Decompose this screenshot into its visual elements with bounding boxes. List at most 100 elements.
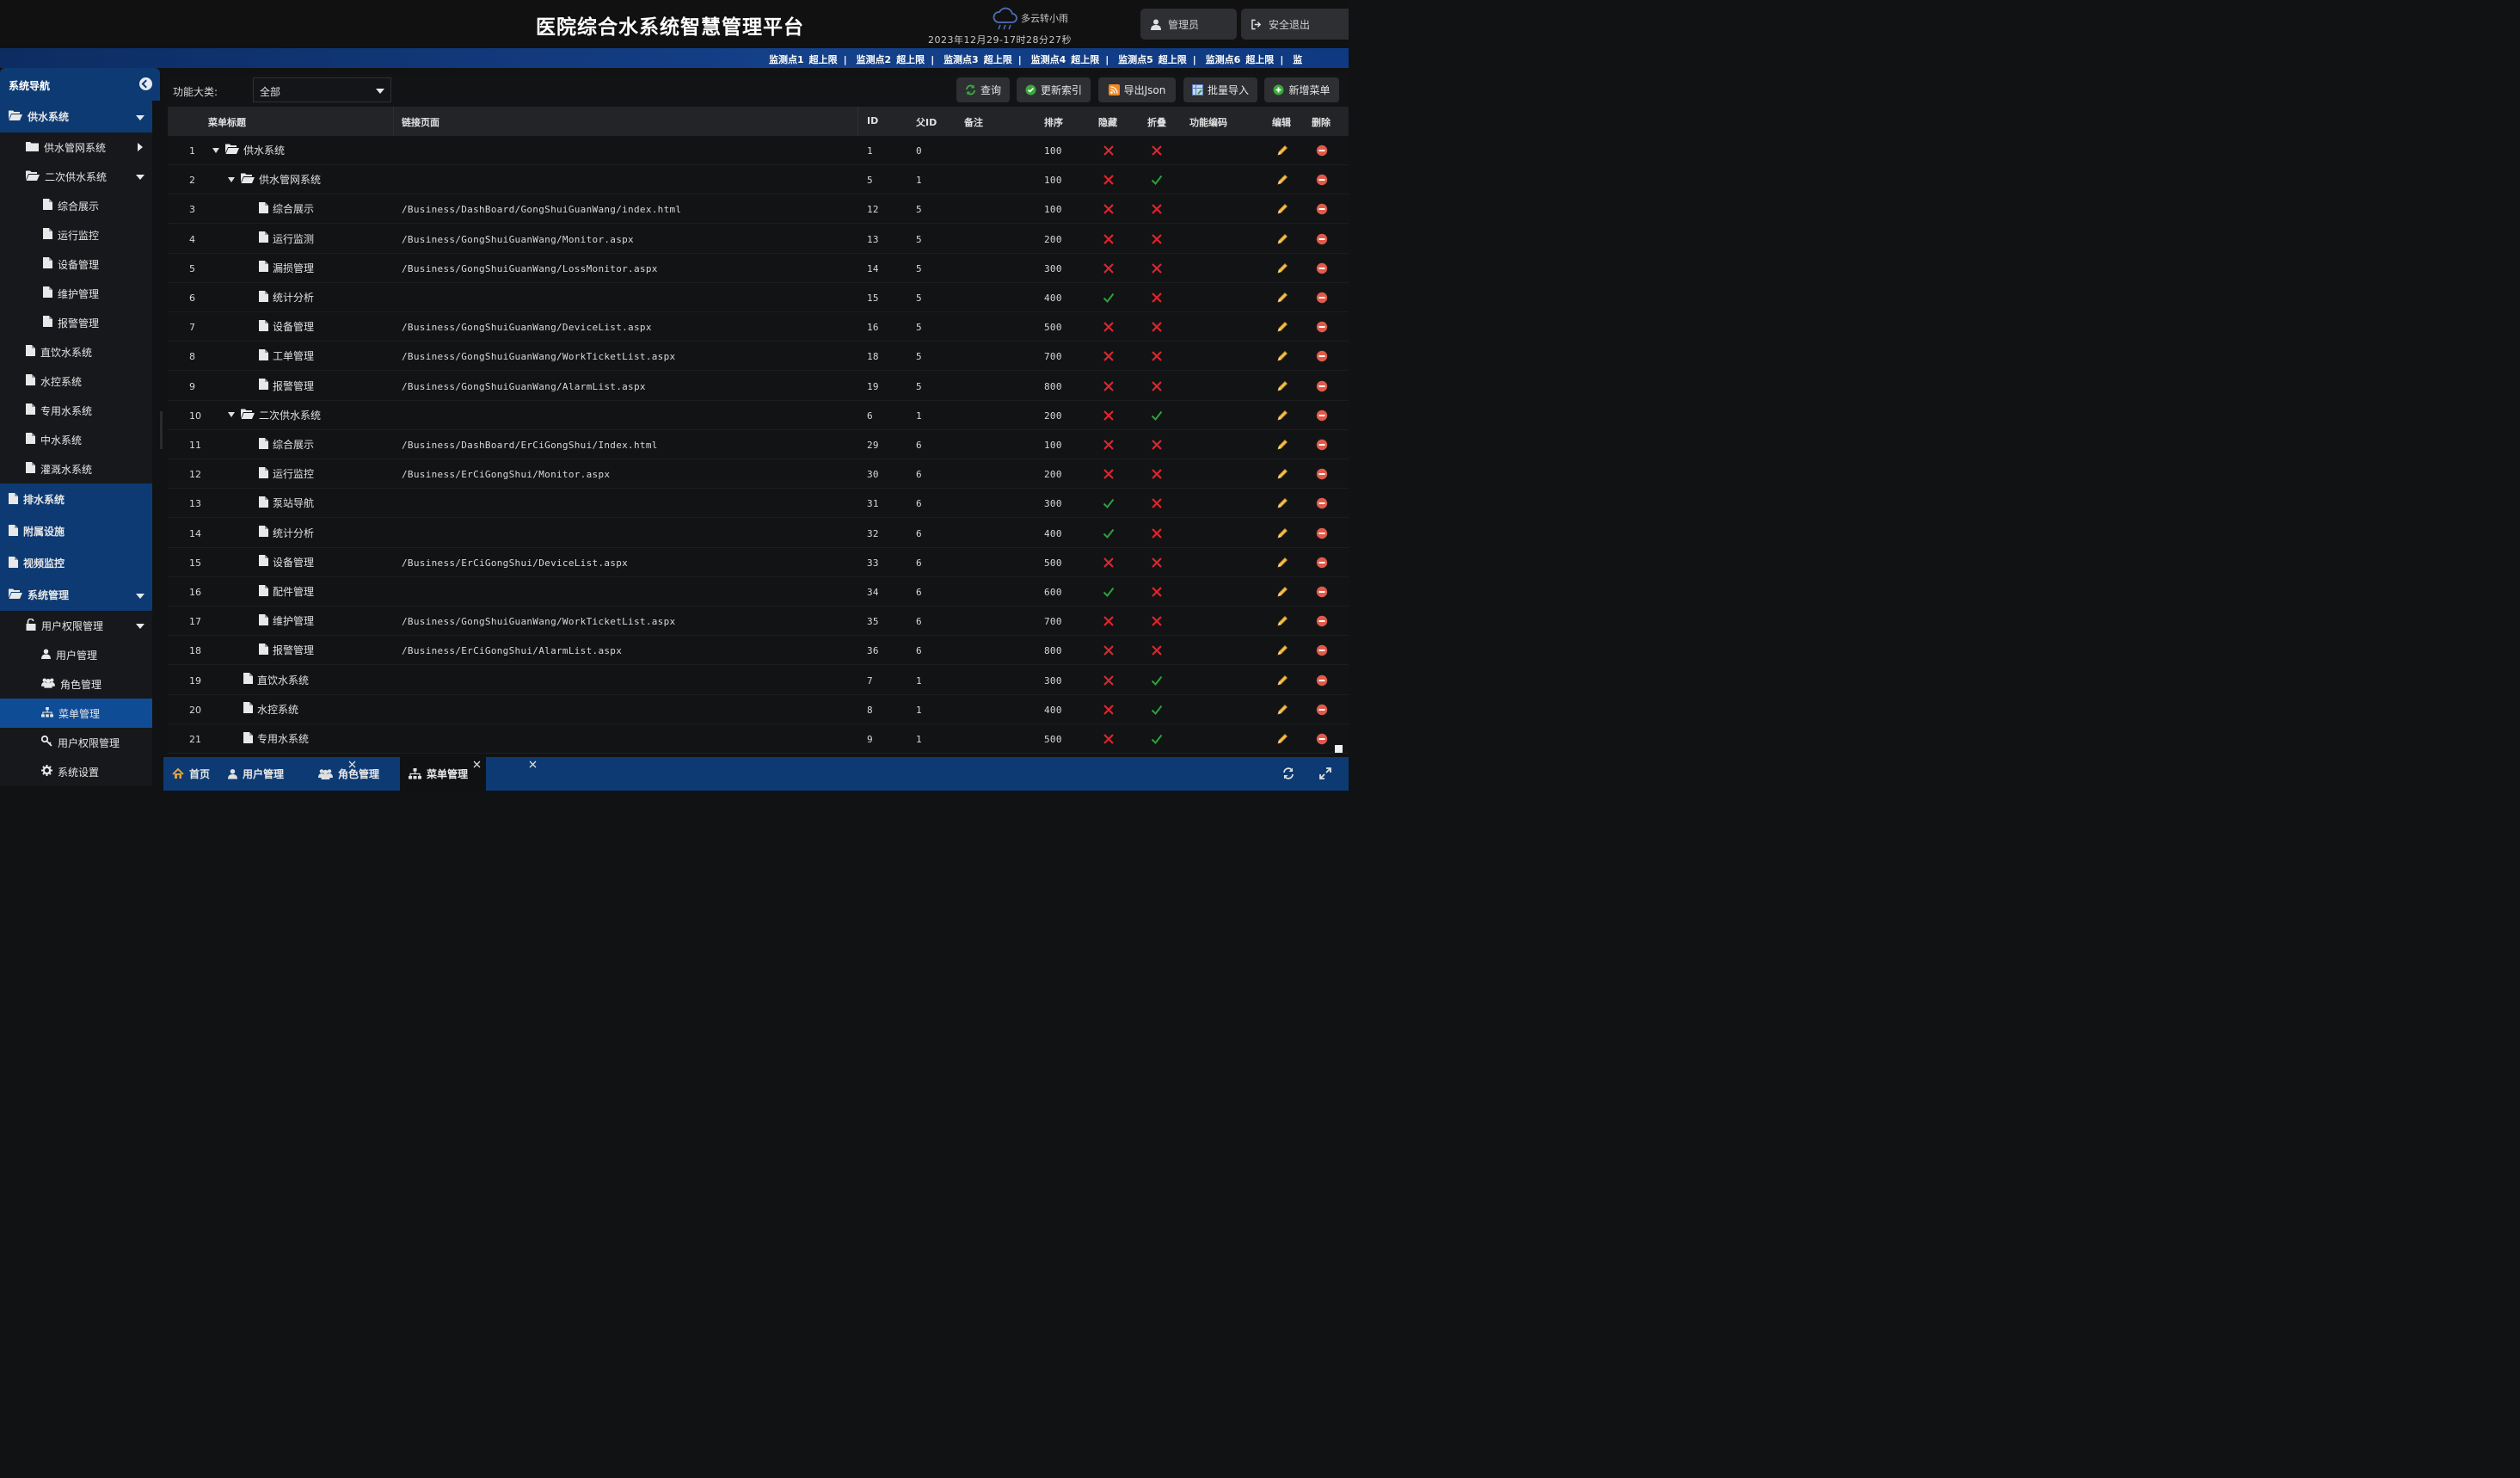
col-sort[interactable]: 排序 [1044,115,1063,129]
tree-cell[interactable]: 专用水系统 [243,731,309,746]
sidebar-item-alarms[interactable]: 报警管理 [0,308,152,337]
cross-icon[interactable] [1151,557,1163,569]
fullscreen-icon[interactable] [1318,767,1332,780]
delete-icon[interactable] [1316,586,1328,598]
delete-icon[interactable] [1316,321,1328,333]
cross-icon[interactable] [1151,203,1163,215]
cross-icon[interactable] [1103,615,1115,627]
sidebar-item-supply-network[interactable]: 供水管网系统 [0,132,152,162]
table-row[interactable]: 6 统计分析 15 5 400 [168,283,1349,312]
cross-icon[interactable] [1151,262,1163,274]
delete-icon[interactable] [1316,557,1328,569]
tree-cell[interactable]: 漏损管理 [259,261,314,275]
edit-pencil-icon[interactable] [1276,203,1288,215]
sidebar-item-irrigation[interactable]: 灌溉水系统 [0,454,152,483]
col-edit[interactable]: 编辑 [1272,115,1291,129]
sidebar-item-users[interactable]: 用户管理 [0,640,152,669]
col-parent-id[interactable]: 父ID [916,115,937,129]
cross-icon[interactable] [1151,350,1163,362]
tree-cell[interactable]: 运行监控 [259,466,314,481]
edit-pencil-icon[interactable] [1276,704,1288,716]
edit-pencil-icon[interactable] [1276,527,1288,539]
check-icon[interactable] [1103,497,1115,509]
cross-icon[interactable] [1151,527,1163,539]
edit-pencil-icon[interactable] [1276,439,1288,451]
sidebar-item-roles[interactable]: 角色管理 [0,669,152,699]
sidebar-item-permissions[interactable]: 用户权限管理 [0,611,152,640]
delete-icon[interactable] [1316,292,1328,304]
edit-pencil-icon[interactable] [1276,233,1288,245]
query-button[interactable]: 查询 [956,77,1010,102]
cross-icon[interactable] [1151,644,1163,656]
table-row[interactable]: 15 设备管理/Business/ErCiGongShui/DeviceList.… [168,548,1349,577]
table-row[interactable]: 20 水控系统 8 1 400 [168,695,1349,724]
table-row[interactable]: 19 直饮水系统 7 1 300 [168,666,1349,695]
col-fold[interactable]: 折叠 [1147,115,1166,129]
sidebar-item-facilities[interactable]: 附属设施 [0,515,152,547]
table-row[interactable]: 11 综合展示/Business/DashBoard/ErCiGongShui/I… [168,430,1349,459]
tree-cell[interactable]: 供水管网系统 [228,172,321,187]
col-code[interactable]: 功能编码 [1189,115,1227,129]
sidebar-item-secondary-supply[interactable]: 二次供水系统 [0,162,152,191]
edit-pencil-icon[interactable] [1276,615,1288,627]
cross-icon[interactable] [1103,468,1115,480]
table-row[interactable]: 12 运行监控/Business/ErCiGongShui/Monitor.asp… [168,459,1349,490]
edit-pencil-icon[interactable] [1276,174,1288,186]
table-row[interactable]: 10 二次供水系统 6 1 200 [168,401,1349,430]
close-icon[interactable] [473,761,481,768]
col-note[interactable]: 备注 [964,115,983,129]
cross-icon[interactable] [1103,262,1115,274]
sidebar-item-monitoring[interactable]: 运行监控 [0,220,152,249]
sidebar-item-overview[interactable]: 综合展示 [0,191,152,220]
cross-icon[interactable] [1103,321,1115,333]
check-icon[interactable] [1151,674,1163,687]
tree-cell[interactable]: 报警管理 [259,379,314,393]
edit-pencil-icon[interactable] [1276,410,1288,422]
tree-cell[interactable]: 泵站导航 [259,496,314,510]
sidebar-item-video[interactable]: 视频监控 [0,547,152,579]
cross-icon[interactable] [1103,704,1115,716]
tree-toggle-icon[interactable] [228,176,235,182]
delete-icon[interactable] [1316,733,1328,745]
cross-icon[interactable] [1103,233,1115,245]
edit-pencil-icon[interactable] [1276,586,1288,598]
table-row[interactable]: 17 维护管理/Business/GongShuiGuanWang/WorkTic… [168,607,1349,637]
col-hidden[interactable]: 隐藏 [1098,115,1117,129]
cross-icon[interactable] [1103,674,1115,687]
delete-icon[interactable] [1316,439,1328,451]
check-icon[interactable] [1151,174,1163,186]
sidebar-item-devices[interactable]: 设备管理 [0,249,152,279]
delete-icon[interactable] [1316,380,1328,392]
tree-cell[interactable]: 设备管理 [259,319,314,334]
cross-icon[interactable] [1103,350,1115,362]
delete-icon[interactable] [1316,145,1328,157]
tree-cell[interactable]: 统计分析 [259,290,314,305]
collapse-sidebar-icon[interactable] [139,77,152,90]
delete-icon[interactable] [1316,644,1328,656]
edit-pencil-icon[interactable] [1276,380,1288,392]
table-row[interactable]: 18 报警管理/Business/ErCiGongShui/AlarmList.a… [168,636,1349,666]
sidebar-splitter[interactable] [160,411,163,449]
col-title[interactable]: 菜单标题 [208,115,246,129]
delete-icon[interactable] [1316,410,1328,422]
edit-pencil-icon[interactable] [1276,292,1288,304]
cross-icon[interactable] [1103,380,1115,392]
cross-icon[interactable] [1103,557,1115,569]
edit-pencil-icon[interactable] [1276,145,1288,157]
tree-toggle-icon[interactable] [228,412,235,418]
check-icon[interactable] [1151,704,1163,716]
delete-icon[interactable] [1316,233,1328,245]
table-row[interactable]: 8 工单管理/Business/GongShuiGuanWang/WorkTick… [168,342,1349,372]
table-row[interactable]: 3 综合展示/Business/DashBoard/GongShuiGuanWan… [168,194,1349,225]
cross-icon[interactable] [1151,145,1163,157]
cross-icon[interactable] [1103,439,1115,451]
delete-icon[interactable] [1316,468,1328,480]
table-row[interactable]: 1 供水系统 1 0 100 [168,136,1349,165]
close-icon[interactable] [529,761,537,768]
tree-cell[interactable]: 设备管理 [259,555,314,570]
tree-cell[interactable]: 统计分析 [259,526,314,540]
edit-pencil-icon[interactable] [1276,350,1288,362]
cross-icon[interactable] [1151,292,1163,304]
cross-icon[interactable] [1151,468,1163,480]
tree-cell[interactable]: 配件管理 [259,584,314,599]
